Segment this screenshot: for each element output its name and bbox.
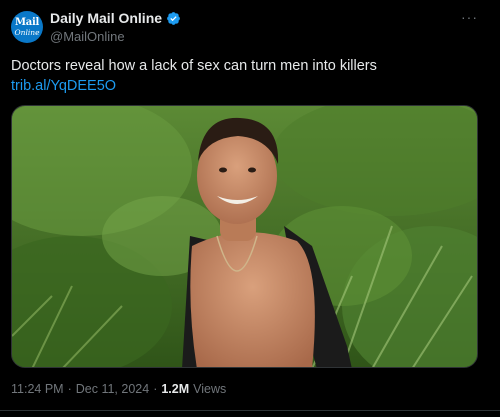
more-options-icon[interactable]: ··· [461, 9, 478, 25]
avatar-logo-line1: Mail [15, 16, 39, 28]
tweet-time[interactable]: 11:24 PM [11, 382, 64, 396]
author-name-row: Daily Mail Online [50, 10, 181, 26]
verified-badge-icon [167, 11, 180, 25]
tweet-card: Mail Online Daily Mail Online @MailOnlin… [0, 0, 500, 417]
tweet-date[interactable]: Dec 11, 2024 [76, 382, 149, 396]
divider [0, 410, 500, 411]
meta-separator: · [67, 382, 72, 396]
avatar-logo-line2: Online [14, 27, 40, 37]
photo-illustration [12, 106, 477, 367]
views-count: 1.2M [161, 382, 190, 396]
tweet-meta: 11:24 PM · Dec 11, 2024 · 1.2M Views [11, 382, 226, 396]
author-display-name[interactable]: Daily Mail Online [50, 10, 162, 26]
author-handle[interactable]: @MailOnline [50, 29, 125, 44]
avatar[interactable]: Mail Online [11, 11, 43, 43]
views-label: Views [193, 382, 227, 396]
tweet-photo[interactable] [11, 105, 478, 368]
tweet-text: Doctors reveal how a lack of sex can tur… [11, 58, 377, 74]
meta-separator: · [153, 382, 158, 396]
tweet-link[interactable]: trib.al/YqDEE5O [11, 77, 116, 96]
